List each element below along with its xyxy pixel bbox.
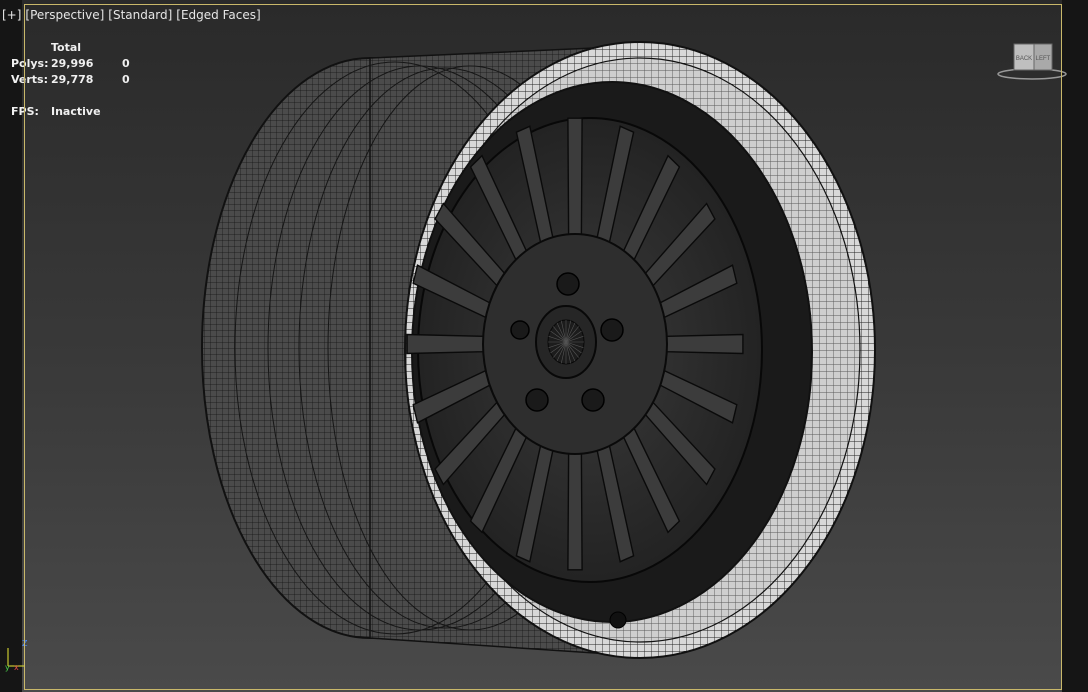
stats-header-total: Total: [51, 41, 82, 54]
stats-label: Polys:: [11, 57, 49, 70]
stats-total: 29,778: [51, 73, 94, 86]
valve-stem: [609, 611, 627, 629]
viewport-label-menu[interactable]: [+] [Perspective] [Standard] [Edged Face…: [2, 8, 261, 22]
statistics-overlay: Total Polys: 29,996 0 Verts: 29,778 0 FP…: [11, 40, 142, 120]
spoke: [567, 453, 583, 571]
hub-center-rays: [548, 320, 584, 364]
lug-nut: [525, 388, 549, 412]
stats-selected: 0: [122, 57, 130, 70]
viewcube-label-back: BACK: [1016, 56, 1032, 62]
stats-row-fps: FPS: Inactive: [11, 104, 142, 120]
lug-nut: [600, 318, 624, 342]
stats-selected: 0: [122, 73, 130, 86]
lug-nut: [556, 272, 580, 296]
viewport-menu-general[interactable]: [+]: [2, 8, 21, 22]
stats-row-verts: Verts: 29,778 0: [11, 72, 142, 88]
stats-row-polys: Polys: 29,996 0: [11, 56, 142, 72]
lug-nut: [510, 320, 530, 340]
viewport-menu-display-mode[interactable]: [Edged Faces]: [176, 8, 260, 22]
3d-viewport[interactable]: [+] [Perspective] [Standard] [Edged Face…: [0, 0, 1088, 692]
viewport-menu-point-of-view[interactable]: [Perspective]: [25, 8, 104, 22]
viewport-menu-shading[interactable]: [Standard]: [108, 8, 172, 22]
fps-value: Inactive: [51, 105, 101, 118]
fps-label: FPS:: [11, 105, 39, 118]
viewcube[interactable]: BACK LEFT: [996, 40, 1068, 82]
lug-nut: [581, 388, 605, 412]
wheel-model[interactable]: [0, 0, 1088, 692]
spoke: [406, 333, 484, 355]
spoke: [567, 117, 583, 235]
axis-tripod: Z y x: [5, 639, 28, 672]
viewcube-label-left: LEFT: [1036, 56, 1051, 62]
axis-label-x: x: [14, 663, 19, 672]
axis-label-z: Z: [22, 639, 28, 648]
stats-header-row: Total: [11, 40, 142, 56]
spoke: [666, 333, 744, 355]
stats-total: 29,996: [51, 57, 94, 70]
axis-label-y: y: [5, 663, 10, 672]
stats-label: Verts:: [11, 73, 49, 86]
